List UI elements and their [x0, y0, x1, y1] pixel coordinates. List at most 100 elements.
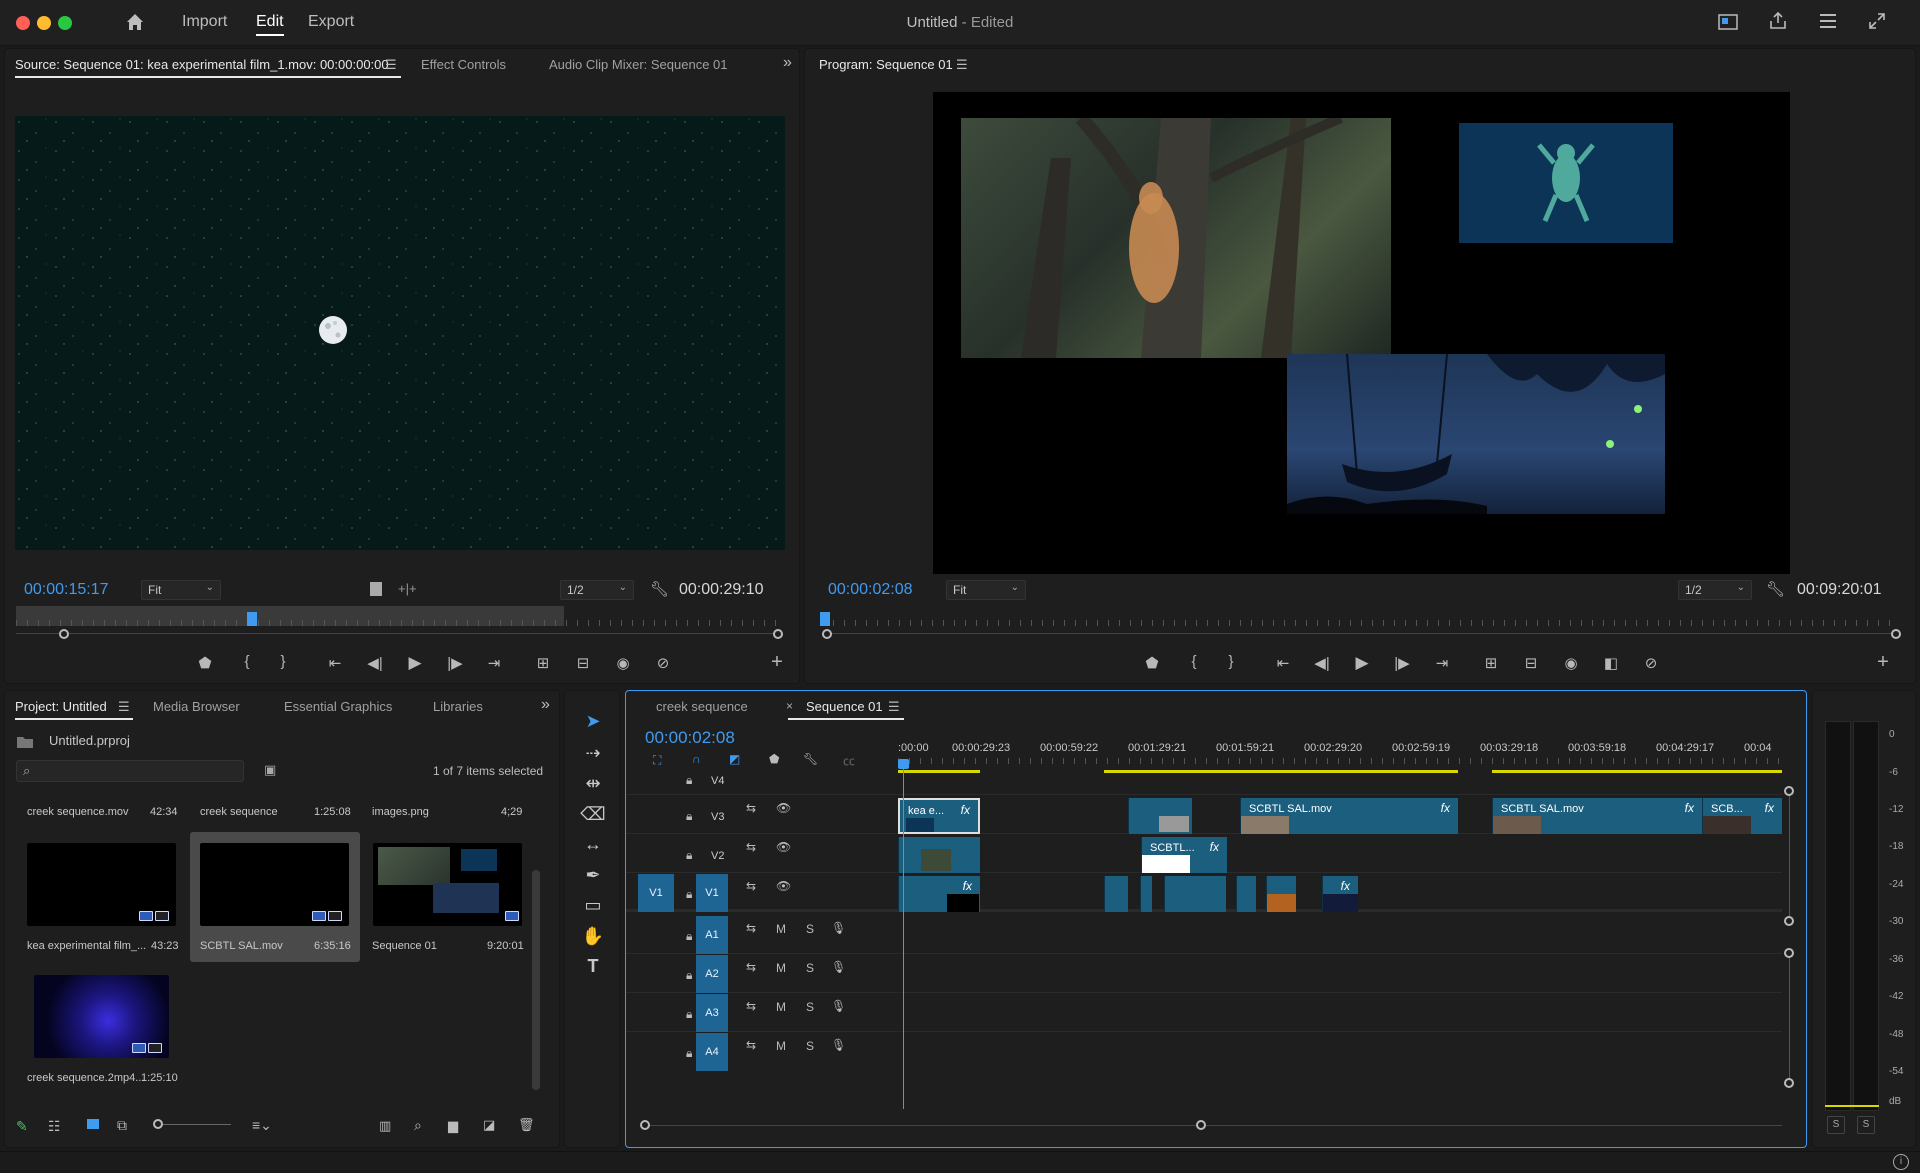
sync-lock-icon[interactable]: ⇆	[746, 801, 756, 815]
project-item-creek-mp4-thumbnail[interactable]	[34, 975, 169, 1058]
project-item-kea-thumbnail[interactable]	[27, 843, 176, 926]
mute-button[interactable]: M	[776, 1039, 786, 1053]
track-target-a4[interactable]: A4	[696, 1033, 728, 1071]
solo-button[interactable]: S	[806, 922, 814, 936]
timeline-zoom-handle-right[interactable]	[1196, 1120, 1206, 1130]
panel-menu-icon[interactable]: ☰	[385, 57, 397, 73]
source-fit-dropdown[interactable]: Fit ⌄	[141, 580, 221, 600]
video-scroll-handle[interactable]	[1784, 916, 1794, 926]
slip-tool-icon[interactable]: ↔	[580, 834, 606, 860]
mute-button[interactable]: M	[776, 1000, 786, 1014]
source-timecode[interactable]: 00:00:15:17	[24, 581, 109, 599]
step-back-icon[interactable]: ◀|	[1311, 654, 1333, 672]
export-frame-icon[interactable]: ◉	[612, 654, 634, 672]
sync-lock-icon[interactable]: ⇆	[746, 840, 756, 854]
freeform-view-icon[interactable]: ⧉	[117, 1117, 127, 1134]
audio-scroll-handle[interactable]	[1784, 948, 1794, 958]
mute-button[interactable]: M	[776, 922, 786, 936]
overwrite-icon[interactable]: ⊟	[572, 654, 594, 672]
sync-lock-icon[interactable]: ⇆	[746, 921, 756, 935]
extract-icon[interactable]: ⊟	[1520, 654, 1542, 672]
audio-scroll-handle[interactable]	[1784, 1078, 1794, 1088]
sync-lock-icon[interactable]: ⇆	[746, 1038, 756, 1052]
lock-icon[interactable]: 🔒︎	[686, 1007, 692, 1022]
panel-overflow-icon[interactable]: »	[541, 696, 550, 714]
video-scrollbar-track[interactable]	[1789, 791, 1790, 921]
tab-audio-clip-mixer[interactable]: Audio Clip Mixer: Sequence 01	[549, 57, 728, 72]
clip-segment[interactable]	[1104, 876, 1128, 912]
tab-effect-controls[interactable]: Effect Controls	[421, 57, 506, 72]
lock-icon[interactable]: 🔒︎	[686, 929, 692, 944]
mark-out-icon[interactable]: }	[272, 653, 294, 670]
lock-icon[interactable]: 🔒︎	[686, 775, 692, 788]
program-timecode[interactable]: 00:00:02:08	[828, 581, 913, 599]
go-to-in-icon[interactable]: ⇤	[324, 654, 346, 672]
selection-tool-icon[interactable]: ➤	[580, 711, 606, 737]
type-tool-icon[interactable]: T	[580, 956, 606, 982]
audio-scrollbar-track[interactable]	[1789, 953, 1790, 1083]
clip-segment[interactable]: fx	[1322, 876, 1358, 912]
solo-button[interactable]: S	[806, 961, 814, 975]
lock-icon[interactable]: 🔒︎	[686, 1046, 692, 1061]
clip-segment[interactable]: fx	[898, 876, 980, 912]
clip-segment[interactable]	[1266, 876, 1296, 912]
automate-to-sequence-icon[interactable]: ▥	[379, 1118, 391, 1134]
zoom-slider-handle[interactable]	[153, 1119, 163, 1129]
source-zoom-handle-right[interactable]	[773, 629, 783, 639]
step-back-icon[interactable]: ◀|	[364, 654, 386, 672]
project-item-scbtl-thumbnail[interactable]	[200, 843, 349, 926]
track-target-v1[interactable]: V1	[696, 874, 728, 912]
find-icon[interactable]: ⌕	[414, 1117, 422, 1134]
menu-export[interactable]: Export	[308, 13, 354, 31]
insert-icon[interactable]: ⊞	[532, 654, 554, 672]
add-marker-icon[interactable]: ⬟	[1141, 654, 1163, 672]
time-ruler[interactable]: :00:00 00:00:29:23 00:00:59:22 00:01:29:…	[898, 742, 1782, 764]
menu-edit[interactable]: Edit	[256, 13, 284, 36]
mark-in-icon[interactable]: {	[1183, 653, 1205, 670]
timeline-zoom-track[interactable]	[646, 1125, 1782, 1126]
home-icon[interactable]	[124, 11, 146, 36]
timeline-settings-icon[interactable]: 🔧︎	[803, 752, 818, 766]
lock-icon[interactable]: 🔒︎	[686, 968, 692, 983]
tab-creek-sequence[interactable]: creek sequence	[656, 699, 748, 714]
clip-scbtl[interactable]: SCB... fx	[1702, 798, 1782, 834]
add-marker-icon[interactable]: ⬟	[769, 752, 779, 766]
panel-menu-icon[interactable]: ☰	[118, 699, 130, 715]
microphone-icon[interactable]: 🎙︎	[831, 921, 846, 935]
razor-tool-icon[interactable]: ⌫	[580, 804, 606, 830]
clip-segment[interactable]	[1140, 876, 1152, 912]
add-button-icon[interactable]: +	[766, 651, 788, 674]
panel-menu-icon[interactable]: ☰	[888, 699, 900, 715]
clip-scbtl[interactable]: SCBTL SAL.mov fx	[1492, 798, 1702, 834]
mark-out-icon[interactable]: }	[1220, 653, 1242, 670]
close-tab-icon[interactable]: ×	[786, 699, 793, 713]
new-item-icon[interactable]: ◪	[483, 1117, 495, 1133]
clip-kea[interactable]: kea e... fx	[898, 798, 980, 834]
trash-icon[interactable]: 🗑︎	[518, 1117, 535, 1133]
go-to-out-icon[interactable]: ⇥	[1431, 654, 1453, 672]
source-zoom-handle-left[interactable]	[59, 629, 69, 639]
sort-icon[interactable]: ≡⌄	[252, 1117, 272, 1134]
clip-scbtl-title[interactable]: SCBTL... fx	[1141, 837, 1227, 873]
button-editor-icon[interactable]: ⊘	[1640, 654, 1662, 672]
program-zoom-handle-left[interactable]	[822, 629, 832, 639]
icon-view-icon[interactable]	[87, 1119, 99, 1129]
export-frame-icon[interactable]: ◉	[1560, 654, 1582, 672]
timeline-playhead-handle[interactable]	[898, 759, 909, 769]
hand-tool-icon[interactable]: ✋	[580, 926, 606, 952]
go-to-out-icon[interactable]: ⇥	[483, 654, 505, 672]
quick-export-icon[interactable]	[1718, 13, 1738, 34]
source-resolution-dropdown[interactable]: 1/2 ⌄	[560, 580, 634, 600]
program-playhead[interactable]	[820, 612, 830, 626]
lock-icon[interactable]: 🔒︎	[686, 809, 692, 824]
sync-lock-icon[interactable]: ⇆	[746, 960, 756, 974]
comparison-view-icon[interactable]: ◧	[1600, 654, 1622, 672]
step-forward-icon[interactable]: |▶	[444, 654, 466, 672]
new-search-bin-icon[interactable]: ▣	[264, 762, 276, 778]
list-view-icon[interactable]: ☷	[48, 1118, 61, 1135]
lock-icon[interactable]: 🔒︎	[686, 887, 692, 902]
panel-overflow-icon[interactable]: »	[783, 54, 792, 72]
timeline-zoom-handle-left[interactable]	[640, 1120, 650, 1130]
tab-essential-graphics[interactable]: Essential Graphics	[284, 699, 392, 714]
tab-libraries[interactable]: Libraries	[433, 699, 483, 714]
